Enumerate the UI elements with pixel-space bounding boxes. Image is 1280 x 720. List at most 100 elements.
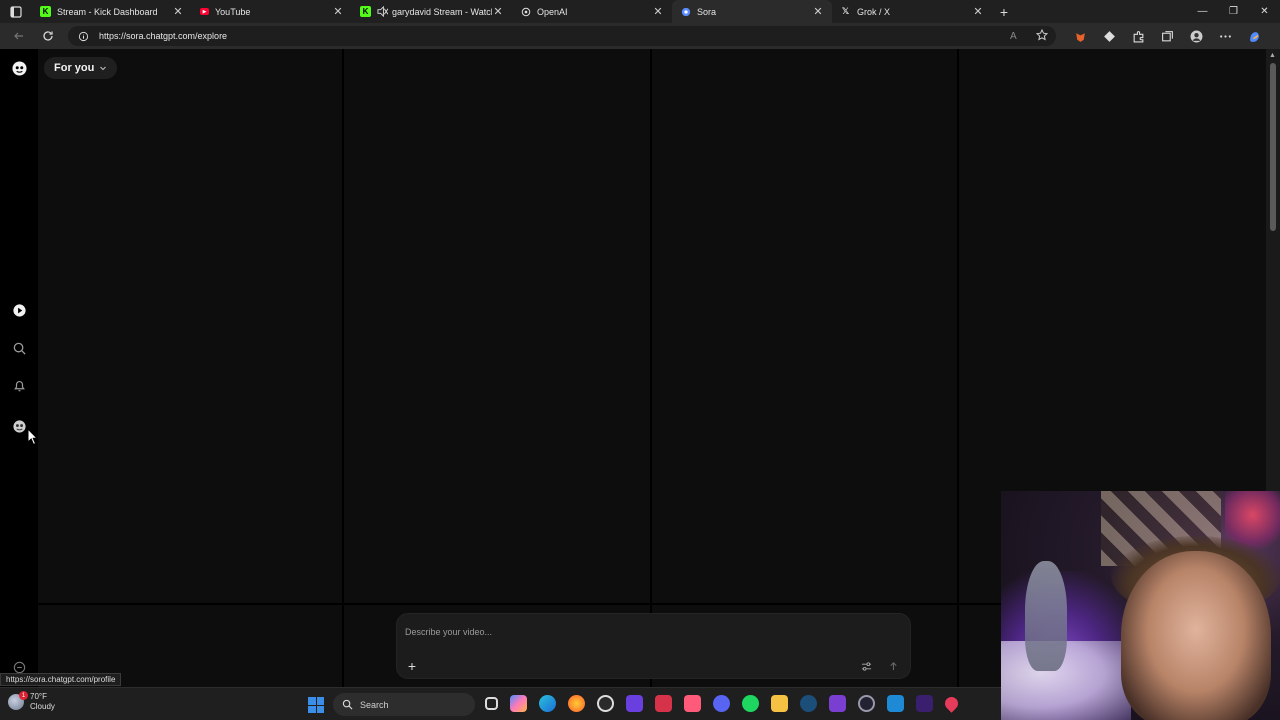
taskbar-search[interactable]: Search xyxy=(333,693,475,716)
tab-title: Stream - Kick Dashboard xyxy=(57,6,158,17)
streamer-face xyxy=(1121,551,1271,720)
profile-icon[interactable] xyxy=(11,418,27,434)
media-app-icon[interactable] xyxy=(655,695,672,712)
task-view-icon[interactable] xyxy=(485,697,498,710)
scrollbar-thumb[interactable] xyxy=(1270,63,1276,231)
tab-title: garydavid Stream - Watch Li xyxy=(392,6,492,17)
notification-badge: 1 xyxy=(19,691,28,700)
search-icon[interactable] xyxy=(11,340,27,356)
windows-start-icon[interactable] xyxy=(308,697,324,713)
muted-speaker-icon[interactable] xyxy=(377,6,388,17)
toolbar: https://sora.chatgpt.com/explore A xyxy=(0,23,1280,49)
tab-title: YouTube xyxy=(215,6,251,17)
weather-condition: Cloudy xyxy=(30,702,55,711)
vscode-icon[interactable] xyxy=(887,695,904,712)
reload-icon[interactable] xyxy=(33,30,62,42)
more-menu-icon[interactable] xyxy=(1217,28,1234,45)
sidebar xyxy=(0,49,38,687)
alien-figure xyxy=(1025,561,1067,671)
chat-app-icon[interactable] xyxy=(626,695,643,712)
extensions-puzzle-icon[interactable] xyxy=(1130,28,1147,45)
close-tab-icon[interactable]: ✕ xyxy=(972,5,984,18)
grid-divider xyxy=(650,49,652,687)
grid-divider xyxy=(342,49,344,687)
obs-icon[interactable] xyxy=(597,695,614,712)
favorite-star-icon[interactable] xyxy=(1035,28,1049,43)
copilot-icon[interactable] xyxy=(510,695,527,712)
search-icon xyxy=(342,699,353,710)
tab-actions-icon[interactable] xyxy=(0,0,32,23)
kick-icon: K xyxy=(360,6,371,17)
link-status-url: https://sora.chatgpt.com/profile xyxy=(0,673,122,686)
steam-icon[interactable] xyxy=(800,695,817,712)
bed-sheets xyxy=(1001,641,1131,720)
read-aloud-icon[interactable]: A xyxy=(1010,29,1022,43)
close-tab-icon[interactable]: ✕ xyxy=(652,5,664,18)
window-controls: — ❐ ✕ xyxy=(1187,0,1280,23)
site-info-icon[interactable] xyxy=(78,31,89,42)
feed-selector-dropdown[interactable]: For you xyxy=(44,57,118,79)
taskbar-apps xyxy=(485,694,961,713)
firefox-icon[interactable] xyxy=(568,695,585,712)
close-tab-icon[interactable]: ✕ xyxy=(492,5,504,18)
tab-openai[interactable]: OpenAI ✕ xyxy=(512,0,672,23)
discord-icon[interactable] xyxy=(713,695,730,712)
tab-title: Sora xyxy=(697,6,717,17)
tab-youtube[interactable]: ▶ YouTube ✕ xyxy=(192,0,352,23)
mouse-cursor-icon xyxy=(27,428,39,446)
minimize-icon[interactable]: — xyxy=(1187,0,1218,23)
url-text: https://sora.chatgpt.com/explore xyxy=(99,31,228,41)
taskbar-search-label: Search xyxy=(360,699,389,710)
submit-arrow-icon[interactable] xyxy=(885,658,901,674)
editor-app-icon[interactable] xyxy=(829,695,846,712)
cloud-icon: 1 xyxy=(8,691,28,710)
back-arrow-icon[interactable] xyxy=(4,30,33,42)
file-explorer-icon[interactable] xyxy=(771,695,788,712)
video-prompt-box[interactable]: Describe your video... + xyxy=(396,613,911,679)
address-bar[interactable]: https://sora.chatgpt.com/explore A xyxy=(68,26,1056,46)
collections-icon[interactable] xyxy=(1159,28,1176,45)
tab-title: Grok / X xyxy=(857,6,891,17)
openai-icon xyxy=(520,6,531,17)
extensions-row xyxy=(1072,23,1263,49)
close-tab-icon[interactable]: ✕ xyxy=(332,5,344,18)
scroll-up-icon[interactable]: ▲ xyxy=(1269,52,1276,59)
tab-title: OpenAI xyxy=(537,6,568,17)
weather-widget[interactable]: 1 70°F Cloudy xyxy=(8,691,55,712)
music-app-icon[interactable] xyxy=(684,695,701,712)
restore-icon[interactable]: ❐ xyxy=(1218,0,1249,23)
sora-logo-icon[interactable] xyxy=(11,60,27,76)
chevron-down-icon xyxy=(100,66,107,71)
tab-kick-dashboard[interactable]: K Stream - Kick Dashboard ✕ xyxy=(32,0,192,23)
bell-icon[interactable] xyxy=(11,377,27,393)
tab-strip: K Stream - Kick Dashboard ✕ ▶ YouTube ✕ … xyxy=(0,0,1280,23)
close-window-icon[interactable]: ✕ xyxy=(1249,0,1280,23)
weather-temp: 70°F xyxy=(30,692,47,701)
pin-app-icon[interactable] xyxy=(942,694,961,713)
tab-garydavid-stream[interactable]: K garydavid Stream - Watch Li ✕ xyxy=(352,0,512,23)
grid-divider xyxy=(957,49,959,687)
windows-taskbar: 1 70°F Cloudy Search xyxy=(0,687,1001,720)
profile-avatar-icon[interactable] xyxy=(1188,28,1205,45)
settings-sliders-icon[interactable] xyxy=(858,658,874,674)
add-media-button[interactable]: + xyxy=(404,658,420,674)
youtube-icon: ▶ xyxy=(200,8,209,15)
edge-browser-icon[interactable] xyxy=(539,695,556,712)
copilot-icon[interactable] xyxy=(1246,28,1263,45)
sora-icon xyxy=(680,6,691,17)
prompt-input[interactable]: Describe your video... xyxy=(405,627,492,637)
webcam-overlay xyxy=(1001,491,1280,720)
tab-grok-x[interactable]: 𝕏 Grok / X ✕ xyxy=(832,0,992,23)
tab-sora[interactable]: Sora ✕ xyxy=(672,0,832,23)
capture-app-icon[interactable] xyxy=(858,695,875,712)
extension-fox-icon[interactable] xyxy=(1072,28,1089,45)
close-tab-icon[interactable]: ✕ xyxy=(812,5,824,18)
new-tab-button[interactable]: + xyxy=(992,4,1016,20)
spotify-icon[interactable] xyxy=(742,695,759,712)
fx-app-icon[interactable] xyxy=(916,695,933,712)
kick-icon: K xyxy=(40,6,51,17)
extension-diamond-icon[interactable] xyxy=(1101,28,1118,45)
close-tab-icon[interactable]: ✕ xyxy=(172,5,184,18)
feed-selector-label: For you xyxy=(54,62,95,74)
home-icon[interactable] xyxy=(11,302,27,318)
